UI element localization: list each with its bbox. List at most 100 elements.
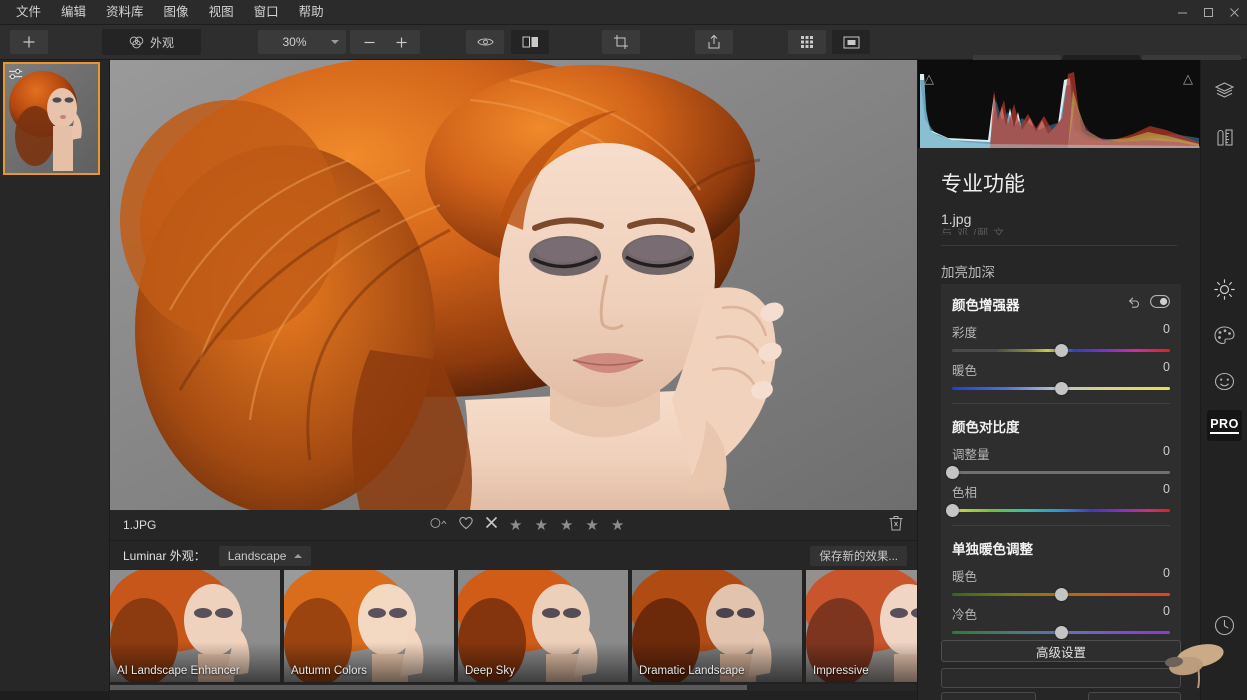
star-2[interactable]: ★ <box>534 516 548 534</box>
advanced-settings-button[interactable]: 高级设置 <box>941 640 1181 662</box>
eye-icon <box>477 36 494 48</box>
panel-ghost-button-3[interactable] <box>1088 692 1181 700</box>
save-new-look-label: 保存新的效果... <box>819 548 898 564</box>
panel-ghost-button-2[interactable] <box>941 692 1036 700</box>
star-5[interactable]: ★ <box>611 516 625 534</box>
contrast-hue-slider-knob[interactable] <box>946 504 959 517</box>
contrast-amount-row: 调整量 0 <box>941 436 1181 474</box>
cool-tone-slider-knob[interactable] <box>1055 626 1068 639</box>
looks-bar: Luminar 外观： Landscape 保存新的效果... <box>110 541 917 570</box>
undo-icon[interactable] <box>1127 295 1141 313</box>
maximize-icon[interactable] <box>1195 0 1221 25</box>
plus-icon <box>395 36 408 49</box>
rail-item-pro[interactable]: PRO <box>1207 410 1242 441</box>
menu-item-help[interactable]: 帮助 <box>289 0 334 25</box>
preset-item[interactable]: Dramatic Landscape <box>632 570 802 682</box>
color-label-icon[interactable] <box>430 516 447 534</box>
tool-rail: PRO <box>1200 60 1247 700</box>
color-contrast-title: 颜色对比度 <box>941 416 1181 436</box>
look-category-select[interactable]: Landscape <box>219 546 312 566</box>
share-export-button[interactable] <box>695 30 733 54</box>
cool-tone-slider-track[interactable] <box>952 631 1170 634</box>
edited-badge-icon <box>8 67 24 81</box>
warmth-slider-track[interactable] <box>952 387 1170 390</box>
layers-icon <box>1214 81 1235 99</box>
contrast-hue-label: 色相 <box>952 482 977 501</box>
preset-item[interactable]: Impressive <box>806 570 917 682</box>
contrast-amount-slider-track[interactable] <box>952 471 1170 474</box>
filmstrip-panel <box>0 60 110 700</box>
single-image-icon <box>843 36 860 49</box>
warm-tone-value: 0 <box>1163 566 1170 585</box>
zoom-in-button[interactable] <box>382 30 420 54</box>
saturation-label: 彩度 <box>952 322 977 341</box>
preset-item[interactable]: Autumn Colors <box>284 570 454 682</box>
history-clock-icon <box>1214 615 1235 636</box>
rail-item-tools[interactable] <box>1208 122 1241 153</box>
presets-scrollbar-thumb[interactable] <box>110 685 747 690</box>
contrast-hue-slider-track[interactable] <box>952 509 1170 512</box>
rail-item-color[interactable] <box>1208 320 1241 351</box>
plus-icon <box>22 35 36 49</box>
crop-button[interactable] <box>602 30 640 54</box>
warm-tone-slider-knob[interactable] <box>1055 588 1068 601</box>
highlight-clipping-indicator[interactable]: △ <box>1183 71 1193 87</box>
compare-before-after-button[interactable] <box>511 30 549 54</box>
rail-item-layers[interactable] <box>1208 74 1241 105</box>
venn-circles-icon <box>129 36 144 49</box>
section-dodge-burn-label: 加亮加深 <box>941 261 1200 281</box>
image-canvas[interactable] <box>110 60 917 510</box>
star-1[interactable]: ★ <box>509 516 523 534</box>
add-images-button[interactable] <box>10 30 48 54</box>
rail-item-light[interactable] <box>1208 274 1241 305</box>
menu-item-file[interactable]: 文件 <box>6 0 51 25</box>
tools-icon <box>1215 128 1235 147</box>
menu-item-view[interactable]: 视图 <box>199 0 244 25</box>
menu-item-edit[interactable]: 编辑 <box>51 0 96 25</box>
warmth-row: 暖色 0 <box>941 352 1181 390</box>
warmth-value: 0 <box>1163 360 1170 379</box>
delete-icon[interactable] <box>889 515 903 536</box>
single-view-button[interactable] <box>832 30 870 54</box>
filmstrip-status-bar <box>0 691 110 700</box>
rail-item-portrait[interactable] <box>1208 366 1241 397</box>
save-new-look-button[interactable]: 保存新的效果... <box>810 546 907 566</box>
reject-icon[interactable] <box>485 516 498 534</box>
warmth-label: 暖色 <box>952 360 977 379</box>
zoom-level-select[interactable]: 30% <box>258 30 346 54</box>
favorite-heart-icon[interactable] <box>458 516 474 535</box>
cool-tone-value: 0 <box>1163 604 1170 623</box>
menu-item-window[interactable]: 窗口 <box>244 0 289 25</box>
contrast-amount-slider-knob[interactable] <box>946 466 959 479</box>
menu-item-image[interactable]: 图像 <box>154 0 199 25</box>
close-icon[interactable] <box>1221 0 1247 25</box>
warmth-slider-knob[interactable] <box>1055 382 1068 395</box>
sun-icon <box>1214 279 1235 300</box>
advanced-settings-label: 高级设置 <box>1036 642 1086 661</box>
preview-toggle-button[interactable] <box>466 30 504 54</box>
saturation-slider-track[interactable] <box>952 349 1170 352</box>
color-enhancer-card: 颜色增强器 <box>941 284 1181 642</box>
star-3[interactable]: ★ <box>560 516 574 534</box>
rail-item-history[interactable] <box>1208 610 1241 641</box>
warm-tone-row: 暖色 0 <box>941 558 1181 596</box>
preset-item[interactable]: Deep Sky <box>458 570 628 682</box>
shadow-clipping-indicator[interactable]: △ <box>924 71 934 87</box>
histogram-graph <box>918 60 1201 148</box>
filmstrip-thumbnail-1[interactable] <box>3 62 100 175</box>
menu-item-library[interactable]: 资料库 <box>96 0 154 25</box>
panel-ghost-button-1[interactable] <box>941 668 1181 688</box>
preset-name: Dramatic Landscape <box>639 665 744 677</box>
preset-item[interactable]: AI Landscape Enhancer <box>110 570 280 682</box>
warm-tone-slider-track[interactable] <box>952 593 1170 596</box>
looks-button[interactable]: 外观 <box>102 29 201 55</box>
star-4[interactable]: ★ <box>585 516 599 534</box>
saturation-slider-knob[interactable] <box>1055 344 1068 357</box>
grid-view-button[interactable] <box>788 30 826 54</box>
minimize-icon[interactable] <box>1169 0 1195 25</box>
eye-toggle-icon[interactable] <box>1150 295 1170 313</box>
presets-strip: AI Landscape Enhancer Autumn Colors <box>110 570 917 700</box>
presets-scrollbar[interactable] <box>110 684 917 691</box>
contrast-amount-value: 0 <box>1163 444 1170 463</box>
main-photo <box>110 60 917 510</box>
